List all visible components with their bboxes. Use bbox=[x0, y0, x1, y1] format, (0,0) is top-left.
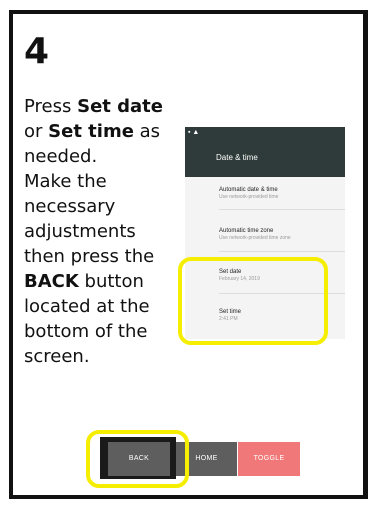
setting-subtitle: Use network-provided time zone bbox=[219, 235, 291, 241]
set-date-time-highlight bbox=[178, 257, 328, 345]
set-date-emphasis: Set date bbox=[77, 96, 163, 117]
instruction-line: or Set time as bbox=[24, 119, 184, 144]
instruction-line: BACK button bbox=[24, 269, 184, 294]
app-header: ▪ ▲ Date & time bbox=[185, 127, 345, 177]
instruction-fragment: as bbox=[133, 121, 161, 142]
screen-title: Date & time bbox=[216, 153, 258, 162]
instruction-line: needed. bbox=[24, 146, 98, 167]
toggle-button[interactable]: TOGGLE bbox=[238, 442, 300, 476]
instruction-line: screen. bbox=[24, 346, 90, 367]
divider bbox=[219, 209, 345, 210]
setting-automatic-date-time[interactable]: Automatic date & time Use network-provid… bbox=[219, 186, 339, 201]
instruction-line: Make the bbox=[24, 171, 107, 192]
instruction-line: located at the bbox=[24, 296, 150, 317]
back-button-highlight bbox=[86, 430, 189, 488]
divider bbox=[219, 251, 345, 252]
set-time-emphasis: Set time bbox=[48, 121, 134, 142]
instruction-text: Press Set date or Set time as needed. Ma… bbox=[24, 94, 184, 369]
setting-automatic-time-zone[interactable]: Automatic time zone Use network-provided… bbox=[219, 227, 339, 242]
step-number: 4 bbox=[24, 31, 50, 72]
setting-subtitle: Use network-provided time bbox=[219, 194, 279, 200]
instruction-line: then press the bbox=[24, 246, 155, 267]
setting-title: Automatic time zone bbox=[219, 228, 274, 234]
instruction-fragment: or bbox=[24, 121, 49, 142]
instruction-fragment: button bbox=[78, 271, 144, 292]
instruction-line: necessary bbox=[24, 196, 116, 217]
status-bar-icons: ▪ ▲ bbox=[188, 129, 200, 136]
instruction-fragment: Press bbox=[24, 96, 78, 117]
instruction-card: 4 Press Set date or Set time as needed. … bbox=[0, 0, 383, 513]
instruction-line: adjustments bbox=[24, 221, 136, 242]
back-emphasis: BACK bbox=[24, 271, 79, 292]
instruction-line: Press Set date bbox=[24, 94, 184, 119]
setting-title: Automatic date & time bbox=[219, 187, 278, 193]
instruction-line: bottom of the bbox=[24, 321, 148, 342]
